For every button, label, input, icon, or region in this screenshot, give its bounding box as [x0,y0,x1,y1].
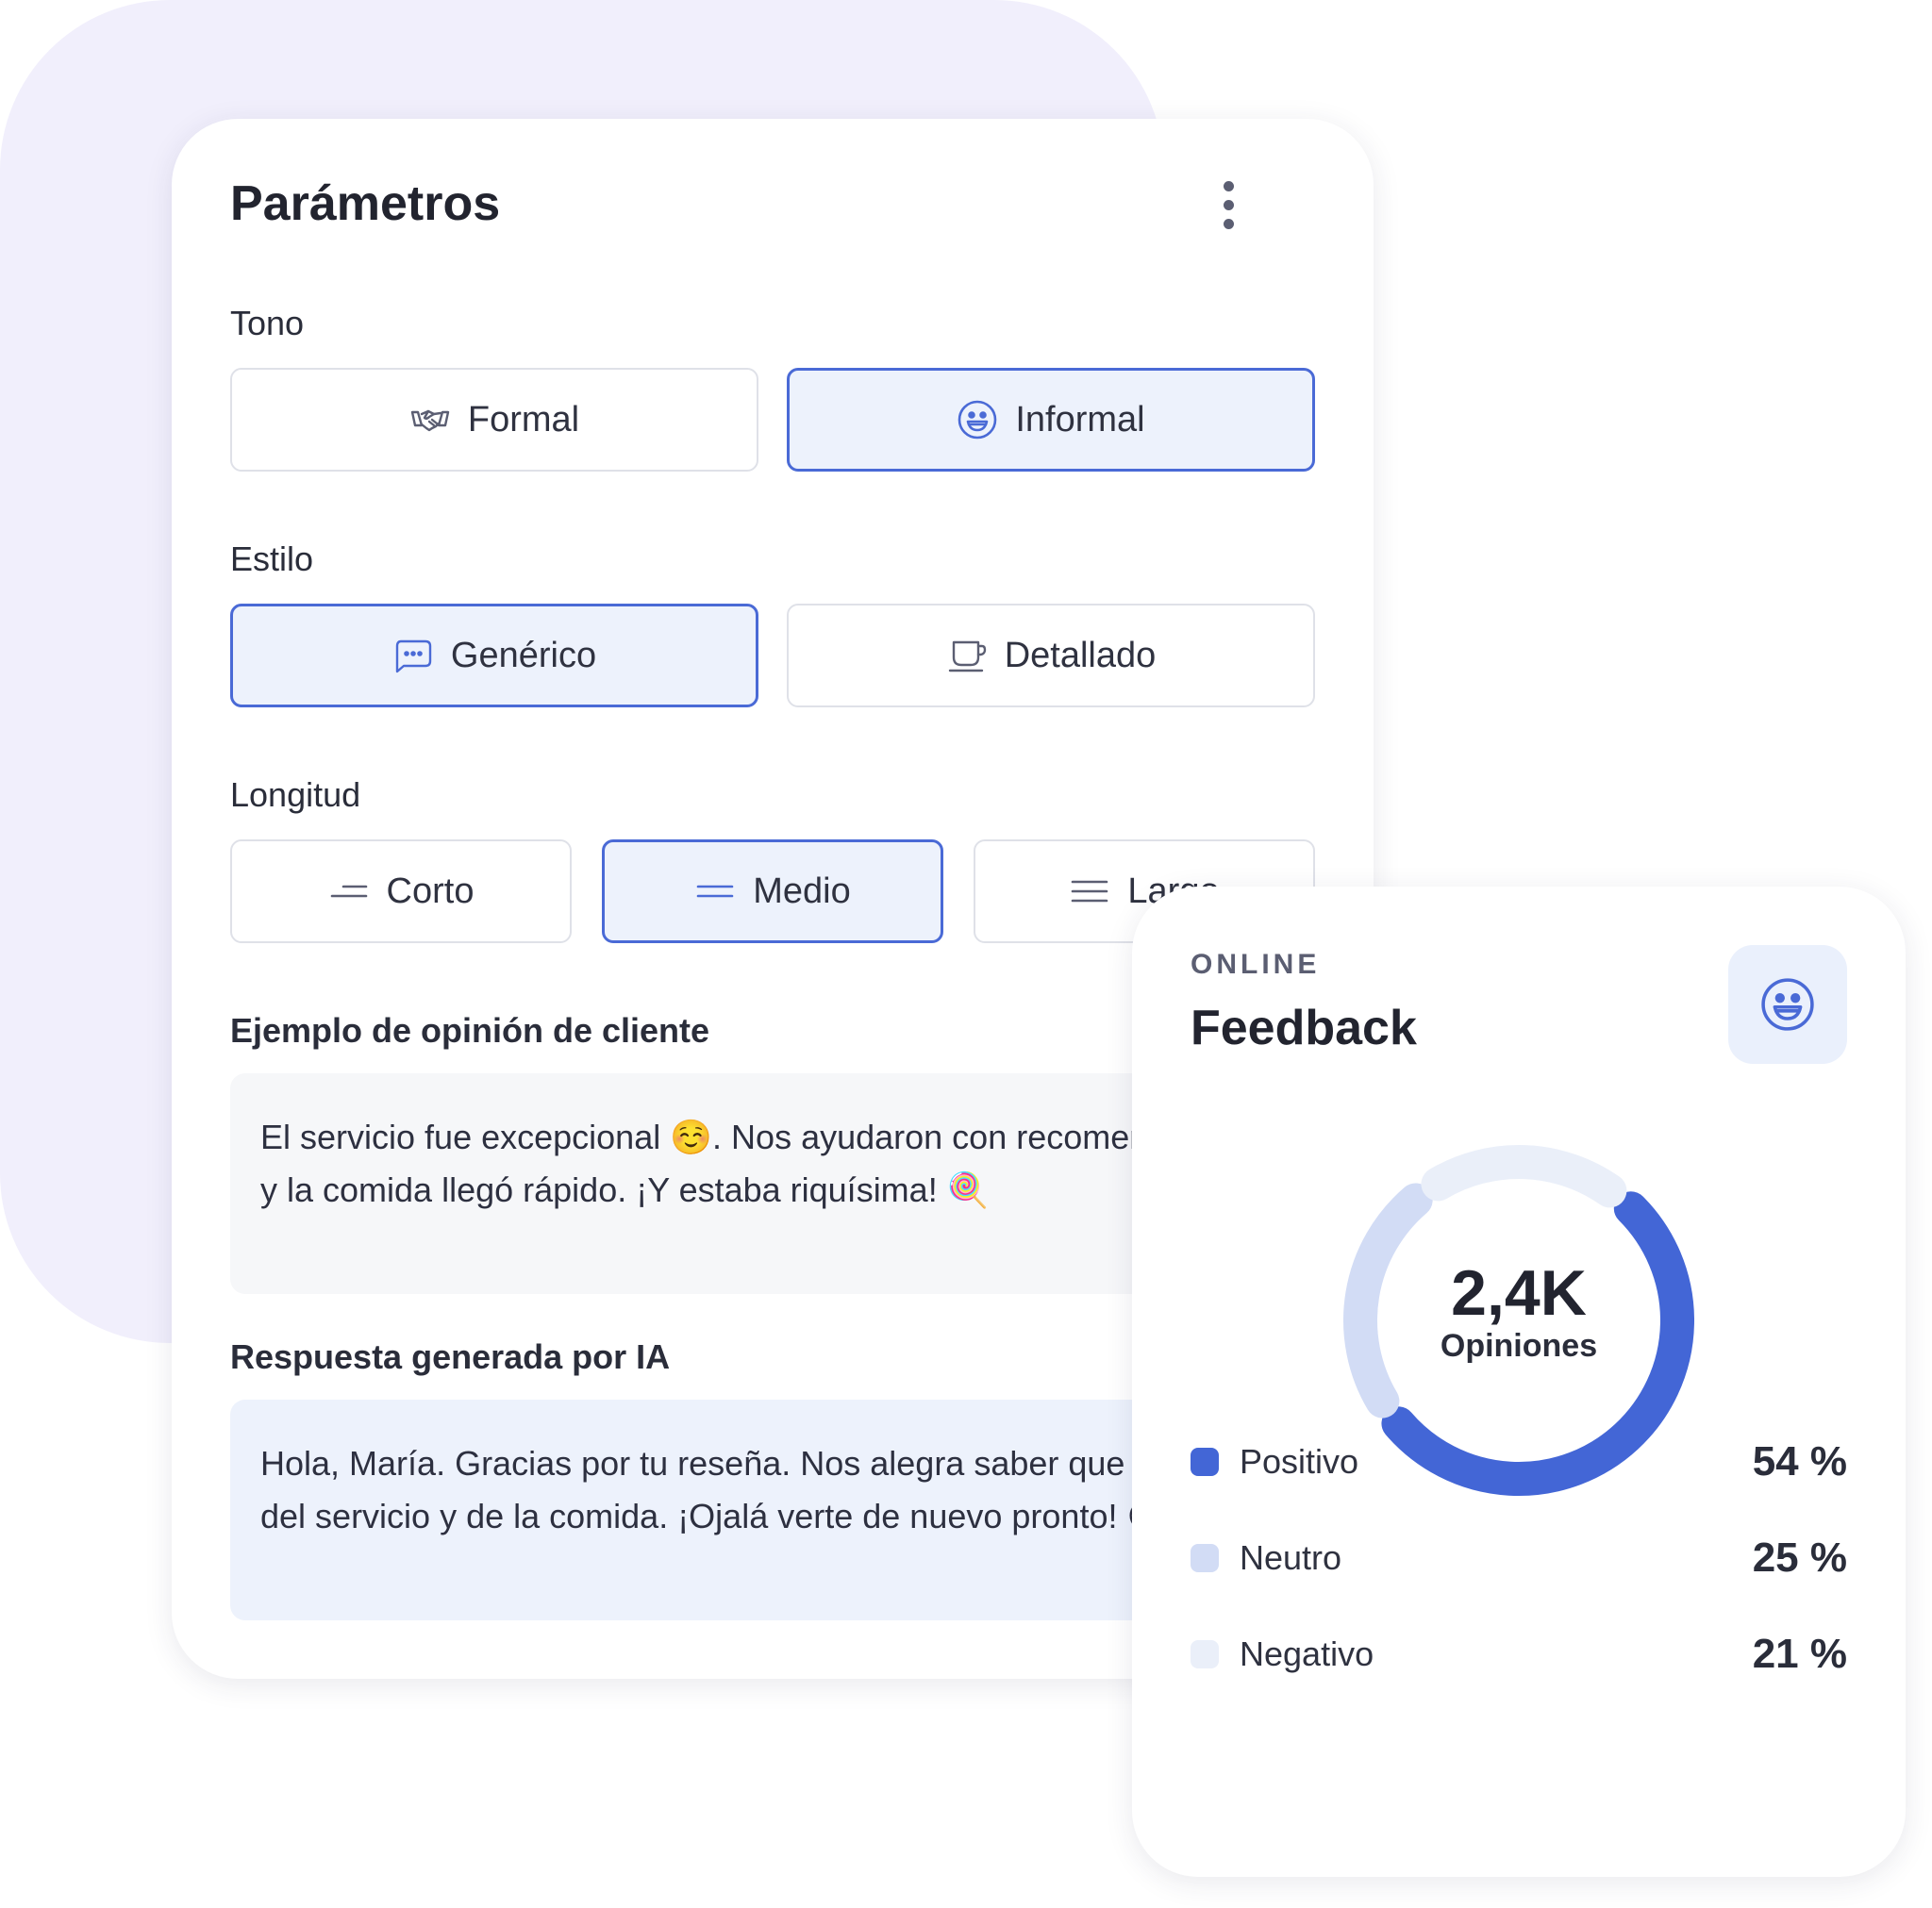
short-lines-icon [330,885,367,898]
tono-informal-button[interactable]: Informal [787,368,1315,472]
donut-total-label: Opiniones [1440,1328,1598,1364]
example-label: Ejemplo de opinión de cliente [230,1011,710,1050]
legend-value: 21 % [1752,1631,1847,1677]
chat-bubble-icon [395,639,432,673]
cup-icon [948,640,986,672]
legend-label: Negativo [1240,1634,1374,1673]
feedback-card: ONLINE Feedback 2,4K Opiniones Positivo 5… [1132,887,1906,1877]
legend-item-negativo: Negativo 21 % [1191,1626,1847,1683]
response-label: Respuesta generada por IA [230,1337,671,1376]
medium-lines-icon [696,885,734,898]
page-title: Parámetros [230,176,501,231]
long-lines-icon [1072,880,1108,903]
handshake-icon [410,409,450,432]
more-options-icon[interactable] [1217,181,1240,230]
donut-total-value: 2,4K [1451,1257,1587,1329]
estilo-detallado-label: Detallado [1004,635,1157,675]
legend-label: Positivo [1240,1442,1359,1481]
legend-value: 25 % [1752,1535,1847,1581]
legend-item-positivo: Positivo 54 % [1191,1434,1847,1490]
tono-informal-label: Informal [1015,399,1145,440]
longitud-label: Longitud [230,775,361,814]
longitud-medio-label: Medio [753,871,851,911]
estilo-label: Estilo [230,539,314,578]
legend-label: Neutro [1240,1538,1342,1577]
legend-swatch [1191,1448,1219,1476]
legend-swatch [1191,1544,1219,1572]
legend-item-neutro: Neutro 25 % [1191,1530,1847,1586]
estilo-generico-button[interactable]: Genérico [230,604,758,707]
tono-formal-label: Formal [467,399,580,440]
smile-icon [958,400,997,440]
estilo-generico-label: Genérico [450,635,597,675]
longitud-corto-button[interactable]: Corto [230,839,572,943]
tono-label: Tono [230,304,305,342]
feedback-donut-chart [1343,1145,1694,1496]
customer-review-text: El servicio fue excepcional ☺️. Nos ayud… [260,1118,1285,1209]
estilo-detallado-button[interactable]: Detallado [787,604,1315,707]
donut-slice-negativo [1421,1145,1627,1208]
longitud-corto-label: Corto [386,871,475,911]
legend-value: 54 % [1752,1438,1847,1485]
longitud-medio-button[interactable]: Medio [602,839,943,943]
legend-swatch [1191,1640,1219,1668]
tono-formal-button[interactable]: Formal [230,368,758,472]
